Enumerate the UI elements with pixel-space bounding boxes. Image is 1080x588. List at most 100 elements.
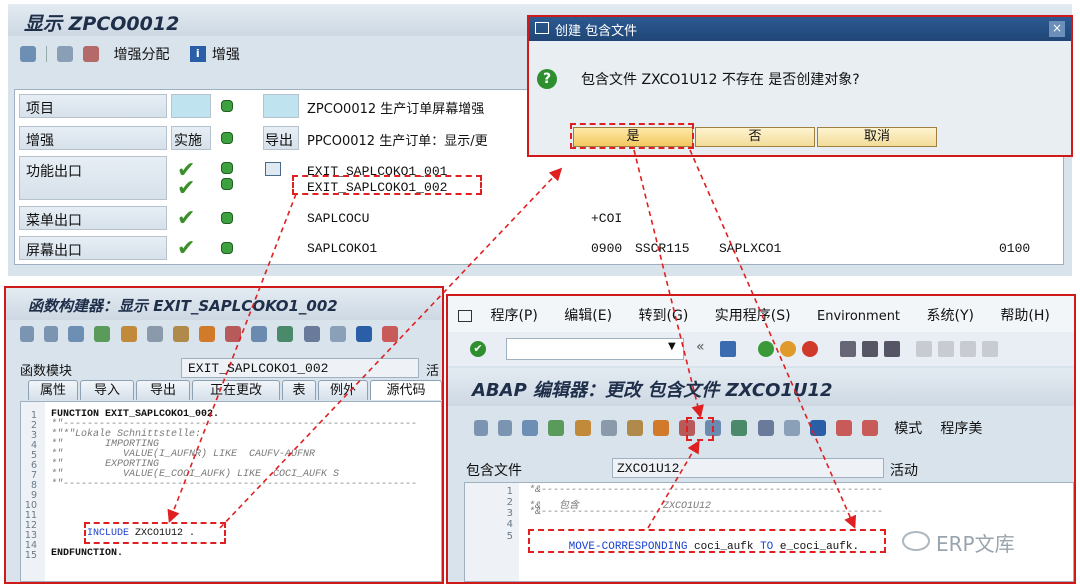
- tab-exceptions[interactable]: 例外: [318, 380, 368, 400]
- dialog-message: 包含文件 ZXCO1U12 不存在 是否创建对象?: [581, 72, 860, 88]
- tab-changing[interactable]: 正在更改: [192, 380, 280, 400]
- activate-icon[interactable]: [120, 326, 137, 342]
- function-exit-icon[interactable]: [265, 162, 281, 176]
- no-button[interactable]: 否: [695, 127, 815, 147]
- line-number: 15: [24, 550, 37, 561]
- edit-pencil-icon[interactable]: [652, 420, 669, 436]
- last-page-icon[interactable]: [982, 341, 998, 357]
- check-icon: ✔: [177, 236, 196, 261]
- row-cell-blank: [263, 94, 299, 118]
- line-number: 4: [506, 519, 513, 530]
- menu-program[interactable]: 程序(P): [490, 308, 537, 324]
- hierarchy-icon[interactable]: [626, 420, 643, 436]
- first-page-icon[interactable]: [916, 341, 932, 357]
- display-object-icon[interactable]: [303, 326, 320, 342]
- window-icon[interactable]: [783, 420, 800, 436]
- command-field[interactable]: [506, 338, 684, 360]
- fb-tabs: 属性 导入 导出 正在更改 表 例外 源代码: [28, 380, 442, 402]
- program-button[interactable]: 程序美: [940, 421, 982, 437]
- edit-pencil-icon[interactable]: [198, 326, 215, 342]
- search-icon[interactable]: [57, 46, 74, 62]
- back-icon[interactable]: [474, 420, 488, 436]
- enhancement-value: PPCO0012 生产订单：显示/更: [303, 126, 543, 150]
- menu-environment[interactable]: Environment: [817, 309, 900, 324]
- include-status: 活动: [890, 463, 918, 479]
- menu-goto[interactable]: 转到(G): [639, 308, 689, 324]
- forward-icon[interactable]: [44, 326, 59, 342]
- cancel-icon[interactable]: [802, 341, 818, 357]
- display-object-icon[interactable]: [757, 420, 774, 436]
- tab-tables[interactable]: 表: [282, 380, 316, 400]
- tab-import[interactable]: 导入: [80, 380, 134, 400]
- cancel-button[interactable]: 取消: [817, 127, 937, 147]
- line-number: 2: [506, 497, 513, 508]
- hierarchy-icon[interactable]: [172, 326, 189, 342]
- include-field[interactable]: ZXCO1U12: [612, 458, 884, 478]
- code-comment: *&--------------------------------------…: [529, 485, 884, 496]
- object-list-icon[interactable]: [277, 326, 294, 342]
- tab-attributes[interactable]: 属性: [28, 380, 78, 400]
- mode-button[interactable]: 模式: [894, 421, 922, 437]
- glasses-icon[interactable]: [20, 46, 36, 62]
- print-icon[interactable]: [83, 46, 100, 62]
- row-cell-blank: [171, 94, 211, 118]
- back-icon[interactable]: [20, 326, 34, 342]
- module-field[interactable]: EXIT_SAPLCOKO1_002: [181, 358, 419, 378]
- pretty-printer-icon[interactable]: [862, 420, 879, 436]
- test-icon[interactable]: [600, 420, 617, 436]
- find-next-icon[interactable]: [884, 341, 900, 357]
- menu-system[interactable]: 系统(Y): [926, 308, 973, 324]
- pattern-icon[interactable]: [835, 420, 852, 436]
- check-syntax-icon[interactable]: [94, 326, 111, 342]
- enter-icon[interactable]: ✔: [470, 341, 486, 357]
- window-icon[interactable]: [329, 326, 346, 342]
- test-icon[interactable]: [146, 326, 163, 342]
- double-left-icon[interactable]: «: [696, 339, 705, 355]
- menu-edit[interactable]: 编辑(E): [564, 308, 612, 324]
- status-led-green: [221, 178, 233, 190]
- glasses-icon[interactable]: [522, 420, 539, 436]
- find-icon[interactable]: [862, 341, 878, 357]
- enhancement-assignment-button[interactable]: 增强分配: [114, 47, 170, 63]
- exit-icon[interactable]: [780, 341, 796, 357]
- menu-help[interactable]: 帮助(H): [1000, 308, 1049, 324]
- wechat-icon: [902, 531, 930, 551]
- fb-code-editor[interactable]: 1 2 3 4 5 6 7 8 9 10 11 12 13 14 15 FUNC…: [20, 401, 442, 582]
- back-icon[interactable]: [758, 341, 774, 357]
- highlight-move-corresponding: [528, 529, 886, 553]
- info-icon[interactable]: [355, 326, 372, 342]
- enhancement-button[interactable]: 增强: [212, 47, 240, 63]
- tab-export[interactable]: 导出: [136, 380, 190, 400]
- editor-app-toolbar: 模式 程序美: [474, 418, 1074, 440]
- next-page-icon[interactable]: [960, 341, 976, 357]
- info-icon[interactable]: [809, 420, 826, 436]
- row-label-project: 项目: [19, 94, 167, 118]
- status-led-green: [221, 162, 233, 174]
- chevron-down-icon[interactable]: ▼: [668, 341, 676, 352]
- status-led-green: [221, 242, 233, 254]
- info-icon[interactable]: i: [189, 46, 206, 62]
- print-icon[interactable]: [840, 341, 856, 357]
- screen-exit-program: SAPLCOKO1: [307, 241, 378, 256]
- save-icon[interactable]: [720, 341, 736, 357]
- row-label-function-exit: 功能出口: [19, 156, 167, 200]
- code-line: ENDFUNCTION.: [51, 548, 124, 559]
- window-menu-icon[interactable]: [458, 310, 472, 322]
- menu-exit-program: SAPLCOCU: [307, 211, 370, 226]
- check-icon: ✔: [177, 206, 196, 231]
- menu-utilities[interactable]: 实用程序(S): [715, 308, 791, 324]
- tab-source-code[interactable]: 源代码: [370, 380, 442, 400]
- prev-page-icon[interactable]: [938, 341, 954, 357]
- row-label-enhancement: 增强: [19, 126, 167, 150]
- glasses-icon[interactable]: [68, 326, 85, 342]
- dialog-window-icon: [535, 22, 549, 34]
- dialog-close-button[interactable]: ×: [1049, 21, 1065, 37]
- activate-icon[interactable]: [574, 420, 591, 436]
- where-used-icon[interactable]: [225, 326, 242, 342]
- navigate-icon[interactable]: [251, 326, 268, 342]
- forward-icon[interactable]: [498, 420, 513, 436]
- pattern-icon[interactable]: [381, 326, 398, 342]
- status-led-green: [221, 132, 233, 144]
- check-syntax-icon[interactable]: [548, 420, 565, 436]
- object-list-icon[interactable]: [731, 420, 748, 436]
